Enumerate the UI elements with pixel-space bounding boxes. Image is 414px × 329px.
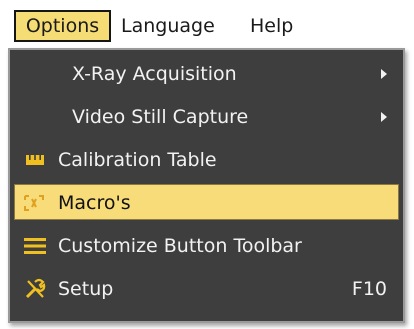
- menu-bar: Options Language Help: [0, 0, 414, 52]
- menu-item-label: Customize Button Toolbar: [58, 235, 302, 257]
- options-dropdown-menu: X-Ray Acquisition Video Still Capture Ca…: [8, 48, 405, 323]
- menu-item-label: Setup: [58, 278, 114, 300]
- menu-item-xray-acquisition[interactable]: X-Ray Acquisition: [14, 56, 399, 92]
- menu-item-label: X-Ray Acquisition: [72, 63, 237, 85]
- menu-help[interactable]: Help: [250, 10, 293, 42]
- menu-options[interactable]: Options: [14, 10, 111, 42]
- menu-item-calibration-table[interactable]: Calibration Table: [14, 142, 399, 178]
- submenu-arrow-icon: [381, 69, 387, 79]
- shortcut-label: F10: [351, 278, 387, 300]
- hamburger-icon: [24, 228, 46, 264]
- macro-icon: [23, 185, 45, 221]
- submenu-arrow-icon: [381, 112, 387, 122]
- menu-item-setup[interactable]: Setup F10: [14, 271, 399, 307]
- menu-item-customize-button-toolbar[interactable]: Customize Button Toolbar: [14, 228, 399, 264]
- menu-item-label: Calibration Table: [58, 149, 217, 171]
- ruler-icon: [26, 142, 44, 178]
- menu-language[interactable]: Language: [121, 10, 215, 42]
- tools-icon: [24, 271, 46, 307]
- menu-item-macros[interactable]: Macro's: [14, 184, 399, 220]
- menu-item-label: Macro's: [58, 192, 131, 214]
- menu-item-video-still-capture[interactable]: Video Still Capture: [14, 99, 399, 135]
- menu-item-label: Video Still Capture: [72, 106, 249, 128]
